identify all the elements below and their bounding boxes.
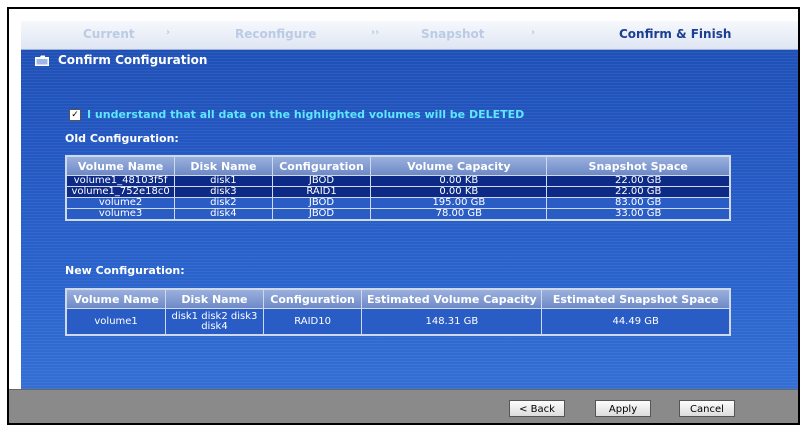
cell-snapshot: 22.00 GB bbox=[546, 175, 731, 187]
cell-disk: disk3 bbox=[174, 186, 273, 198]
old-config-label: Old Configuration: bbox=[65, 132, 179, 145]
cell-snapshot: 83.00 GB bbox=[546, 197, 731, 209]
page-title: Confirm Configuration bbox=[58, 53, 208, 67]
cell-disk: disk2 bbox=[174, 197, 273, 209]
cell-config: RAID1 bbox=[271, 186, 372, 198]
col-configuration: Configuration bbox=[271, 155, 372, 176]
dialog-frame: Current › Reconfigure ›› Snapshot › Conf… bbox=[7, 7, 800, 425]
title-row: Confirm Configuration bbox=[35, 53, 207, 67]
col-configuration: Configuration bbox=[262, 288, 363, 309]
cell-config: JBOD bbox=[271, 197, 372, 209]
col-volume-name: Volume Name bbox=[65, 288, 167, 309]
table-header: Volume Name Disk Name Configuration Esti… bbox=[65, 288, 731, 309]
col-volume-capacity: Volume Capacity bbox=[370, 155, 548, 176]
cell-volume: volume1_48103f5f bbox=[65, 175, 176, 187]
cell-snapshot: 33.00 GB bbox=[546, 208, 731, 221]
folder-icon bbox=[35, 55, 49, 66]
cell-capacity: 148.31 GB bbox=[361, 308, 543, 336]
old-config-table: Volume Name Disk Name Configuration Volu… bbox=[65, 155, 731, 221]
col-disk-name: Disk Name bbox=[165, 288, 264, 309]
apply-button[interactable]: Apply bbox=[595, 400, 651, 417]
cell-snapshot: 44.49 GB bbox=[541, 308, 731, 336]
col-estimated-volume-capacity: Estimated Volume Capacity bbox=[361, 288, 543, 309]
step-arrow-icon: › bbox=[531, 27, 536, 38]
cell-volume: volume1_752e18c0 bbox=[65, 186, 176, 198]
cell-config: RAID10 bbox=[262, 308, 363, 336]
cell-volume: volume2 bbox=[65, 197, 176, 209]
cell-volume: volume1 bbox=[65, 308, 167, 336]
step-current: Current bbox=[83, 27, 135, 41]
col-disk-name: Disk Name bbox=[174, 155, 273, 176]
cell-capacity: 0.00 KB bbox=[370, 175, 548, 187]
cell-config: JBOD bbox=[271, 175, 372, 187]
step-reconfigure: Reconfigure bbox=[235, 27, 317, 41]
cell-capacity: 0.00 KB bbox=[370, 186, 548, 198]
cell-capacity: 195.00 GB bbox=[370, 197, 548, 209]
table-row: volume1_48103f5f disk1 JBOD 0.00 KB 22.0… bbox=[65, 175, 731, 187]
table-row: volume1 disk1 disk2 disk3 disk4 RAID10 1… bbox=[65, 308, 731, 336]
cell-config: JBOD bbox=[271, 208, 372, 221]
footer-bar: < Back Apply Cancel bbox=[9, 389, 798, 423]
new-config-label: New Configuration: bbox=[65, 264, 185, 277]
cancel-button[interactable]: Cancel bbox=[679, 400, 735, 417]
content-panel: Current › Reconfigure ›› Snapshot › Conf… bbox=[21, 21, 798, 401]
table-header: Volume Name Disk Name Configuration Volu… bbox=[65, 155, 731, 176]
col-snapshot-space: Snapshot Space bbox=[546, 155, 731, 176]
cell-disk: disk1 disk2 disk3 disk4 bbox=[165, 308, 264, 336]
step-confirm-finish: Confirm & Finish bbox=[619, 27, 732, 41]
table-row: volume3 disk4 JBOD 78.00 GB 33.00 GB bbox=[65, 208, 731, 221]
wizard-steps: Current › Reconfigure ›› Snapshot › Conf… bbox=[21, 21, 798, 50]
cell-volume: volume3 bbox=[65, 208, 176, 221]
table-row: volume2 disk2 JBOD 195.00 GB 83.00 GB bbox=[65, 197, 731, 209]
col-estimated-snapshot-space: Estimated Snapshot Space bbox=[541, 288, 731, 309]
confirm-row: ✓ I understand that all data on the high… bbox=[69, 108, 524, 121]
confirm-checkbox-label: I understand that all data on the highli… bbox=[87, 108, 525, 121]
table-row: volume1_752e18c0 disk3 RAID1 0.00 KB 22.… bbox=[65, 186, 731, 198]
cell-snapshot: 22.00 GB bbox=[546, 186, 731, 198]
back-button[interactable]: < Back bbox=[509, 400, 565, 417]
cell-capacity: 78.00 GB bbox=[370, 208, 548, 221]
new-config-table: Volume Name Disk Name Configuration Esti… bbox=[65, 288, 731, 336]
cell-disk: disk1 bbox=[174, 175, 273, 187]
step-snapshot: Snapshot bbox=[421, 27, 485, 41]
col-volume-name: Volume Name bbox=[65, 155, 176, 176]
cell-disk: disk4 bbox=[174, 208, 273, 221]
step-arrow-icon: ›› bbox=[371, 27, 380, 38]
confirm-checkbox[interactable]: ✓ bbox=[69, 108, 81, 121]
step-arrow-icon: › bbox=[166, 27, 171, 38]
